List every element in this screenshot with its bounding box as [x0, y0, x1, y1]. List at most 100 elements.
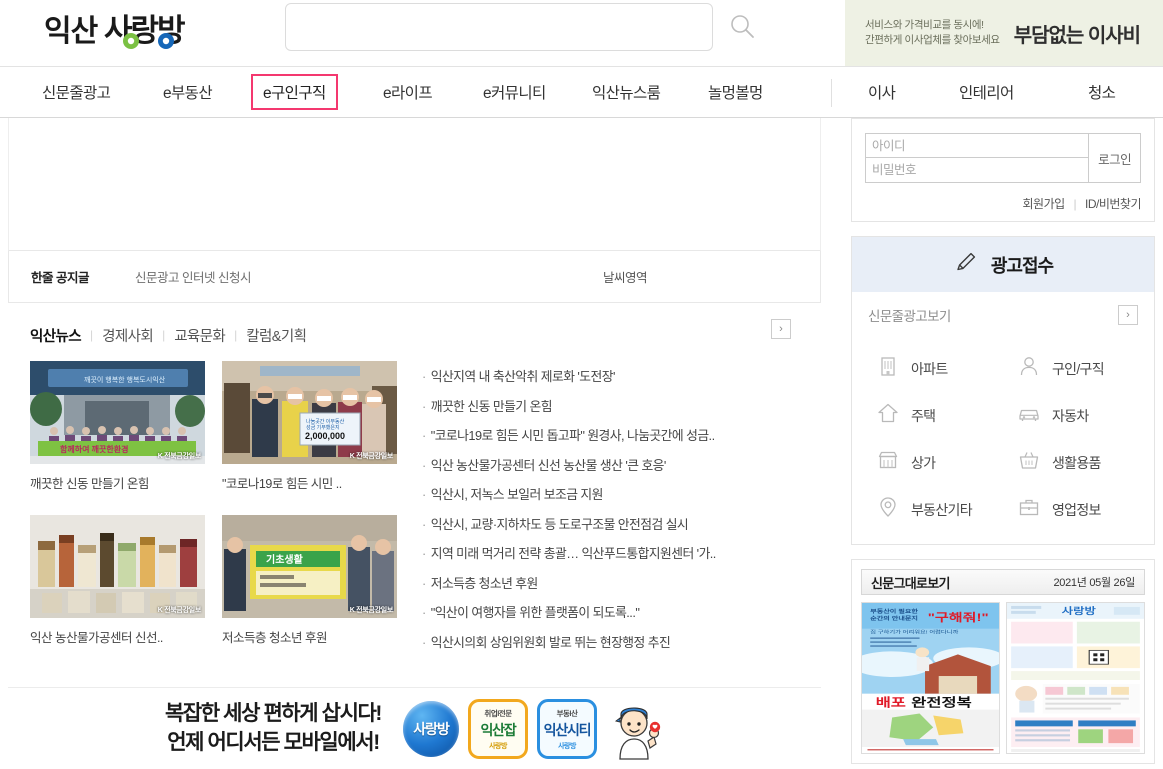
ad-submit-header[interactable]: 광고접수 [852, 237, 1154, 292]
nav-item-7[interactable]: 이사 [860, 76, 903, 108]
briefcase-icon [1017, 495, 1041, 524]
paper-thumbnails: 부동산이 필요한 순간의 안내문지 "구해줘!" 집 구하기가 어려워요! 어렵… [861, 602, 1145, 754]
bullet-icon: · [422, 637, 426, 650]
news-headline-item[interactable]: ·"코로나19로 힘든 시민 돕고파" 원경사, 나눔곳간에 성금.. [422, 422, 716, 452]
news-headline-text: 익산시, 교량·지하차도 등 도로구조물 안전점검 실시 [431, 519, 688, 532]
tab-separator: | [90, 328, 93, 342]
news-thumbnail-image: 깨끗이 행복한 행복도시익산 함께하여 깨끗한환경 K 전북금강일보 [30, 361, 205, 464]
search-area [285, 3, 759, 51]
moving-cost-promo-banner[interactable]: 서비스와 가격비교를 동시에! 간편하게 이사업체를 찾아보세요 부담없는 이사… [845, 0, 1163, 66]
svg-text:사랑방: 사랑방 [1062, 606, 1096, 617]
svg-text:기초생활: 기초생활 [266, 553, 304, 566]
svg-text:깨끗이 행복한 행복도시익산: 깨끗이 행복한 행복도시익산 [84, 375, 166, 384]
search-input[interactable] [285, 3, 713, 51]
news-more-button[interactable]: › [771, 319, 791, 339]
nav-item-6[interactable]: 놀멍볼멍 [700, 76, 771, 108]
find-id-password-link[interactable]: ID/비번찾기 [1085, 197, 1141, 211]
newspaper-ad-view-label: 신문줄광고보기 [868, 305, 951, 325]
sarangbang-app-badge[interactable]: 사랑방 [403, 701, 459, 757]
news-headline-item[interactable]: · 익산시, 교량·지하차도 등 도로구조물 안전점검 실시 [422, 511, 716, 541]
paper-viewer-header[interactable]: 신문그대로보기 2021년 05월 26일 [861, 569, 1145, 595]
paper-page-1[interactable]: 부동산이 필요한 순간의 안내문지 "구해줘!" 집 구하기가 어려워요! 어렵… [861, 602, 1000, 754]
svg-text:순간의 안내문지: 순간의 안내문지 [870, 615, 918, 622]
news-headline-item[interactable]: ·깨끗한 신동 만들기 온힘 [422, 393, 716, 423]
category-item-생활용품[interactable]: 생활용품 [1003, 448, 1154, 477]
news-thumbnail-caption[interactable]: 깨끗한 신동 만들기 온힘 [30, 473, 205, 492]
promo-sub-line1: 서비스와 가격비교를 동시에! [865, 18, 1000, 33]
svg-text:성금 기부했은지: 성금 기부했은지 [306, 424, 340, 431]
paper-viewer-card: 신문그대로보기 2021년 05월 26일 [851, 559, 1155, 764]
mascot-icon [606, 697, 664, 761]
category-grid: 아파트구인/구직주택자동차상가생활용품부동산기타영업정보 [852, 338, 1154, 544]
svg-text:배포: 배포 [876, 696, 906, 710]
bullet-icon: · [422, 519, 426, 532]
photo-watermark: K 전북금강일보 [158, 605, 201, 615]
iksancity-app-badge[interactable]: 부동l산 익산시티 사랑방 [537, 699, 597, 759]
password-field[interactable] [866, 158, 1088, 182]
news-thumbnail-caption[interactable]: "코로나19로 힘든 시민 .. [222, 473, 397, 492]
svg-text:2,000,000: 2,000,000 [305, 431, 345, 441]
news-thumbnail-item[interactable]: 기초생활 K 전북금강일보저소득층 청소년 후원 [222, 515, 397, 659]
main-column: 한줄 공지글 신문광고 인터넷 신청시 날씨영역 익산뉴스|경제사회|교육문화|… [8, 118, 821, 658]
nav-item-0[interactable]: 신문줄광고 [34, 76, 118, 108]
category-item-상가[interactable]: 상가 [852, 448, 1003, 477]
nav-item-3[interactable]: e라이프 [375, 76, 440, 108]
search-icon[interactable] [725, 10, 759, 44]
category-item-구인/구직[interactable]: 구인/구직 [1003, 354, 1154, 383]
nav-item-8[interactable]: 인테리어 [951, 76, 1022, 108]
category-item-주택[interactable]: 주택 [852, 401, 1003, 430]
news-tab-0[interactable]: 익산뉴스 [30, 325, 81, 346]
news-headline-item[interactable]: ·지역 미래 먹거리 전략 총괄… 익산푸드통합지원센터 '가.. [422, 540, 716, 570]
nav-divider [831, 79, 832, 107]
paper-viewer-date: 2021년 05월 26일 [1053, 574, 1135, 590]
newspaper-ad-view-row[interactable]: 신문줄광고보기 › [852, 292, 1154, 338]
nav-item-2[interactable]: e구인구직 [251, 74, 338, 110]
iksanjob-badge-bottom: 사랑방 [489, 741, 507, 751]
category-item-영업정보[interactable]: 영업정보 [1003, 495, 1154, 524]
category-item-아파트[interactable]: 아파트 [852, 354, 1003, 383]
news-thumbnail-image: K 전북금강일보 [30, 515, 205, 618]
banner-line-2: 언제 어디서든 모바일에서! [165, 729, 381, 757]
news-thumbnail-item[interactable]: 나눔곳간 이부동산 성금 기부했은지 2,000,000 K 전북금강일보"코로… [222, 361, 397, 505]
news-headline-item[interactable]: ·익산지역 내 축산악취 제로화 '도전장' [422, 363, 716, 393]
news-headline-item[interactable]: ·익산시의회 상임위원회 발로 뛰는 현장행정 추진 [422, 629, 716, 659]
news-thumbnail-grid: 깨끗이 행복한 행복도시익산 함께하여 깨끗한환경 K 전북금강일보깨끗한 신동… [30, 361, 397, 658]
paper-page-2[interactable]: 사랑방 [1006, 602, 1145, 754]
news-tab-3[interactable]: 칼럼&기획 [246, 325, 306, 346]
iksancity-badge-top: 부동l산 [557, 708, 578, 719]
news-headline-list: ·익산지역 내 축산악취 제로화 '도전장'·깨끗한 신동 만들기 온힘·"코로… [422, 361, 716, 658]
news-thumbnail-item[interactable]: K 전북금강일보익산 농산물가공센터 신선.. [30, 515, 205, 659]
iksanjob-badge-top: 취업l전문 [484, 708, 511, 719]
login-button[interactable]: 로그인 [1089, 133, 1141, 183]
news-thumbnail-item[interactable]: 깨끗이 행복한 행복도시익산 함께하여 깨끗한환경 K 전북금강일보깨끗한 신동… [30, 361, 205, 505]
iksanjob-app-badge[interactable]: 취업l전문 익산잡 사랑방 [468, 699, 528, 759]
mobile-app-banner[interactable]: 복잡한 세상 편하게 삽시다! 언제 어디서든 모바일에서! 사랑방 취업l전문… [8, 687, 821, 769]
news-headline-item[interactable]: ·저소득층 청소년 후원 [422, 570, 716, 600]
svg-text:함께하여 깨끗한환경: 함께하여 깨끗한환경 [60, 444, 128, 454]
news-headline-item[interactable]: ·익산 농산물가공센터 신선 농산물 생산 '큰 호응' [422, 452, 716, 482]
shop-icon [876, 448, 900, 477]
news-tab-2[interactable]: 교육문화 [174, 325, 225, 346]
tab-separator: | [162, 328, 165, 342]
svg-text:부동산이 필요한: 부동산이 필요한 [870, 608, 918, 615]
notice-text[interactable]: 신문광고 인터넷 신청시 [135, 267, 251, 286]
top-banner-placeholder[interactable] [8, 118, 821, 251]
nav-item-5[interactable]: 익산뉴스룸 [584, 76, 668, 108]
news-thumbnail-caption[interactable]: 저소득층 청소년 후원 [222, 627, 397, 646]
bullet-icon: · [422, 460, 426, 473]
apartment-icon [876, 354, 900, 383]
category-item-부동산기타[interactable]: 부동산기타 [852, 495, 1003, 524]
sarangbang-badge-label: 사랑방 [413, 719, 449, 739]
nav-item-4[interactable]: e커뮤니티 [475, 76, 554, 108]
news-tab-1[interactable]: 경제사회 [102, 325, 153, 346]
news-headline-item[interactable]: ·"익산이 여행자를 위한 플랫폼이 되도록..." [422, 599, 716, 629]
chevron-right-icon[interactable]: › [1118, 305, 1138, 325]
category-item-자동차[interactable]: 자동차 [1003, 401, 1154, 430]
news-thumbnail-caption[interactable]: 익산 농산물가공센터 신선.. [30, 627, 205, 646]
site-logo[interactable]: 익산 사랑방 [44, 8, 209, 56]
signup-link[interactable]: 회원가입 [1023, 197, 1065, 211]
id-field[interactable] [866, 134, 1088, 158]
nav-item-9[interactable]: 청소 [1080, 76, 1123, 108]
nav-item-1[interactable]: e부동산 [155, 76, 220, 108]
news-headline-item[interactable]: ·익산시, 저녹스 보일러 보조금 지원 [422, 481, 716, 511]
